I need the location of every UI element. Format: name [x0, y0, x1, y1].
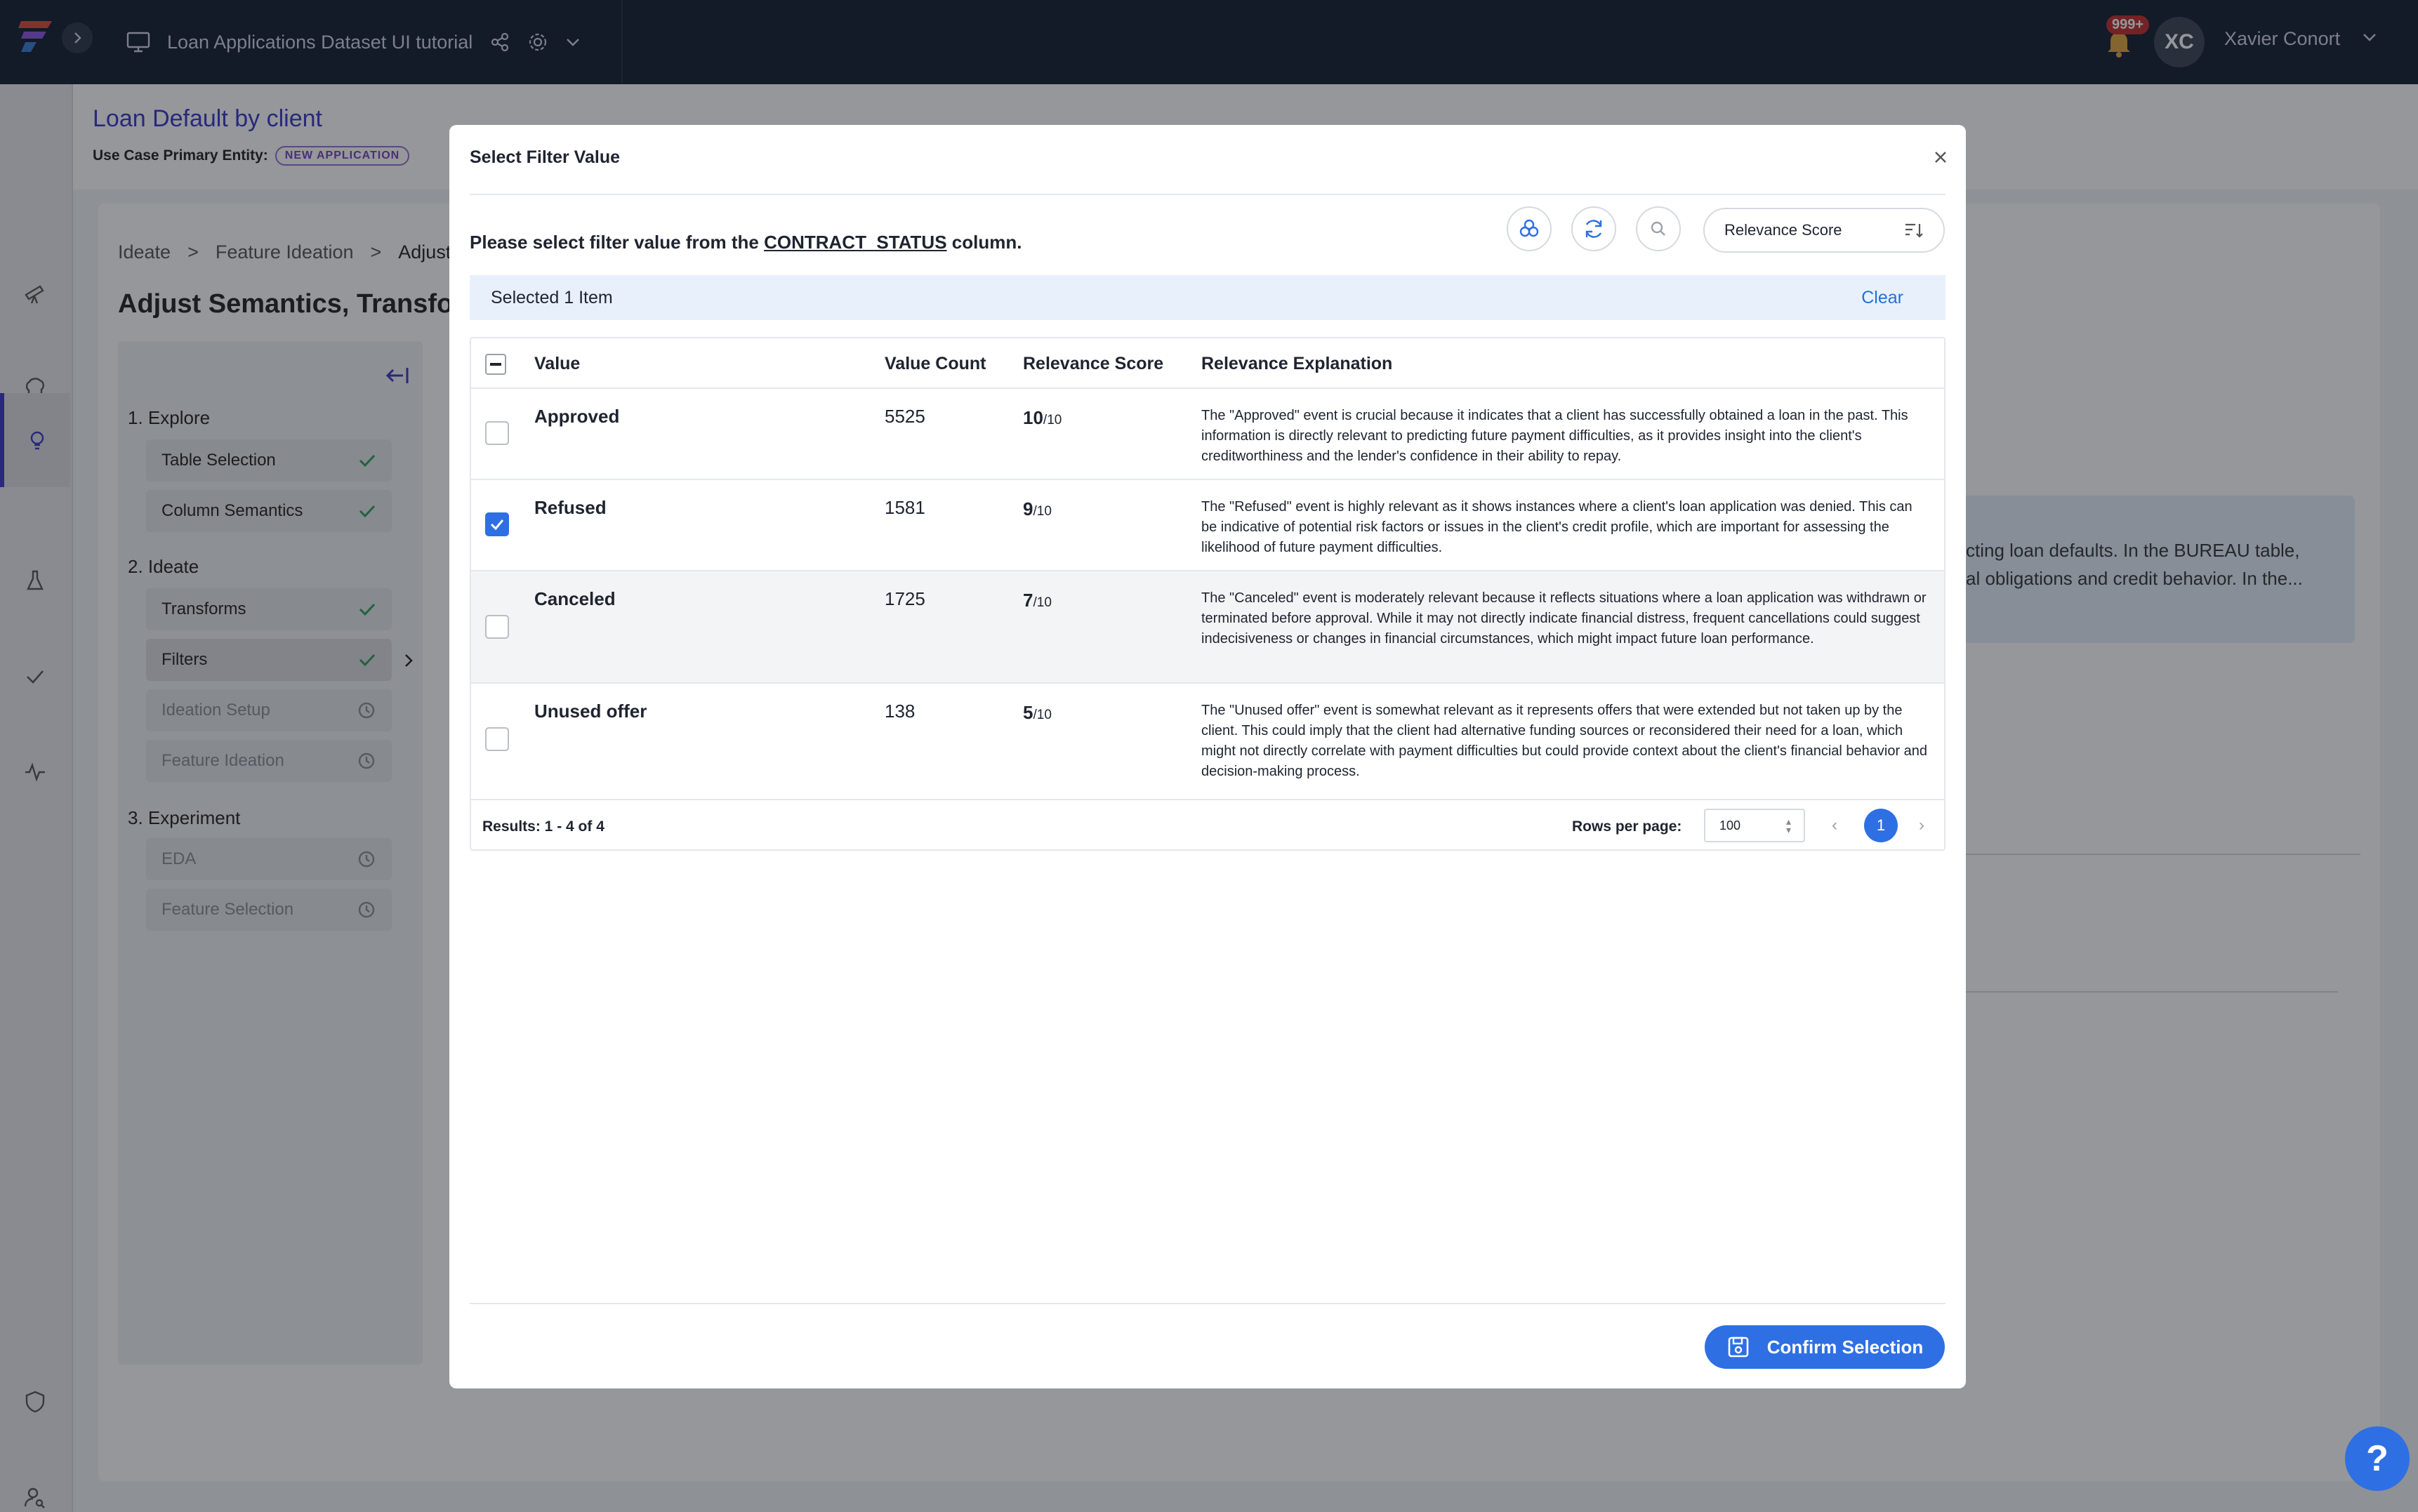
- row-explanation: The "Unused offer" event is somewhat rel…: [1201, 703, 1928, 779]
- results-count: Results: 1 - 4 of 4: [482, 818, 604, 835]
- row-count: 1581: [885, 497, 925, 518]
- row-checkbox[interactable]: [485, 615, 509, 639]
- close-button[interactable]: [1929, 146, 1952, 168]
- next-page-chevron-icon[interactable]: ›: [1919, 816, 1924, 835]
- rows-per-page-label: Rows per page:: [1572, 818, 1682, 835]
- column-header-value[interactable]: Value: [534, 354, 580, 374]
- ai-suggest-button[interactable]: [1507, 206, 1552, 251]
- score-value: 10: [1023, 407, 1043, 428]
- row-value: Unused offer: [534, 701, 647, 722]
- row-checkbox[interactable]: [485, 421, 509, 445]
- score-max: /10: [1043, 413, 1062, 427]
- ai-sparkle-icon: [1519, 219, 1539, 237]
- column-name[interactable]: CONTRACT_STATUS: [764, 232, 946, 253]
- score-max: /10: [1033, 708, 1052, 722]
- score-value: 7: [1023, 590, 1033, 611]
- table-row[interactable]: Approved 5525 10/10 The "Approved" event…: [471, 389, 1944, 480]
- refresh-button[interactable]: [1571, 206, 1616, 251]
- help-button[interactable]: ?: [2345, 1426, 2410, 1491]
- dialog-title: Select Filter Value: [470, 147, 620, 167]
- prompt-suffix: column.: [946, 232, 1022, 253]
- row-score: 9/10: [1023, 498, 1052, 520]
- page-number-current[interactable]: 1: [1864, 809, 1898, 842]
- row-checkbox[interactable]: [485, 727, 509, 751]
- select-all-checkbox[interactable]: [485, 354, 506, 375]
- row-count: 1725: [885, 588, 925, 609]
- row-value: Refused: [534, 497, 607, 518]
- rows-per-page-value: 100: [1719, 818, 1741, 833]
- select-filter-value-dialog: Select Filter Value Please select filter…: [449, 125, 1966, 1388]
- dialog-divider: [470, 194, 1945, 195]
- row-explanation: The "Canceled" event is moderately relev…: [1201, 590, 1927, 646]
- filter-values-table: Value Value Count Relevance Score Releva…: [470, 337, 1945, 851]
- prompt-prefix: Please select filter value from the: [470, 232, 765, 253]
- previous-page-chevron-icon[interactable]: ‹: [1832, 816, 1837, 835]
- row-count: 5525: [885, 406, 925, 427]
- sort-select[interactable]: Relevance Score: [1703, 208, 1945, 253]
- search-button[interactable]: [1636, 206, 1681, 251]
- column-header-relevance-explanation[interactable]: Relevance Explanation: [1201, 354, 1392, 374]
- spinner-arrows-icon: ▴ ▾: [1785, 816, 1791, 835]
- column-header-value-count[interactable]: Value Count: [885, 354, 986, 374]
- table-row[interactable]: Unused offer 138 5/10 The "Unused offer"…: [471, 684, 1944, 800]
- confirm-label: Confirm Selection: [1766, 1336, 1924, 1358]
- score-value: 9: [1023, 498, 1033, 519]
- column-header-relevance-score[interactable]: Relevance Score: [1023, 354, 1163, 374]
- dialog-footer-divider: [470, 1303, 1945, 1304]
- clear-selection-link[interactable]: Clear: [1861, 288, 1903, 308]
- sort-label: Relevance Score: [1724, 221, 1842, 239]
- search-icon: [1651, 221, 1665, 236]
- row-value: Approved: [534, 406, 620, 427]
- close-icon: [1935, 152, 1946, 163]
- table-header: Value Value Count Relevance Score Releva…: [471, 338, 1944, 389]
- table-footer: Results: 1 - 4 of 4 Rows per page: 100 ▴…: [471, 800, 1944, 851]
- row-explanation: The "Approved" event is crucial because …: [1201, 408, 1908, 464]
- row-score: 10/10: [1023, 407, 1062, 429]
- filter-prompt: Please select filter value from the CONT…: [470, 232, 1022, 253]
- sort-descending-icon: [1905, 223, 1923, 238]
- row-checkbox-checked[interactable]: [485, 512, 509, 536]
- refresh-icon: [1585, 220, 1602, 238]
- check-icon: [490, 519, 504, 531]
- row-explanation: The "Refused" event is highly relevant a…: [1201, 499, 1912, 555]
- row-score: 7/10: [1023, 590, 1052, 611]
- selected-count: Selected 1 Item: [491, 287, 613, 307]
- score-value: 5: [1023, 702, 1033, 723]
- table-row[interactable]: Refused 1581 9/10 The "Refused" event is…: [471, 480, 1944, 571]
- row-value: Canceled: [534, 588, 616, 609]
- row-score: 5/10: [1023, 702, 1052, 724]
- score-max: /10: [1033, 504, 1052, 519]
- table-row[interactable]: Canceled 1725 7/10 The "Canceled" event …: [471, 571, 1944, 684]
- score-max: /10: [1033, 595, 1052, 610]
- rows-per-page-select[interactable]: 100 ▴ ▾: [1704, 809, 1805, 842]
- row-count: 138: [885, 701, 916, 722]
- save-icon: [1728, 1337, 1749, 1358]
- selection-summary-bar: Selected 1 Item Clear: [470, 275, 1945, 320]
- confirm-selection-button[interactable]: Confirm Selection: [1705, 1325, 1945, 1369]
